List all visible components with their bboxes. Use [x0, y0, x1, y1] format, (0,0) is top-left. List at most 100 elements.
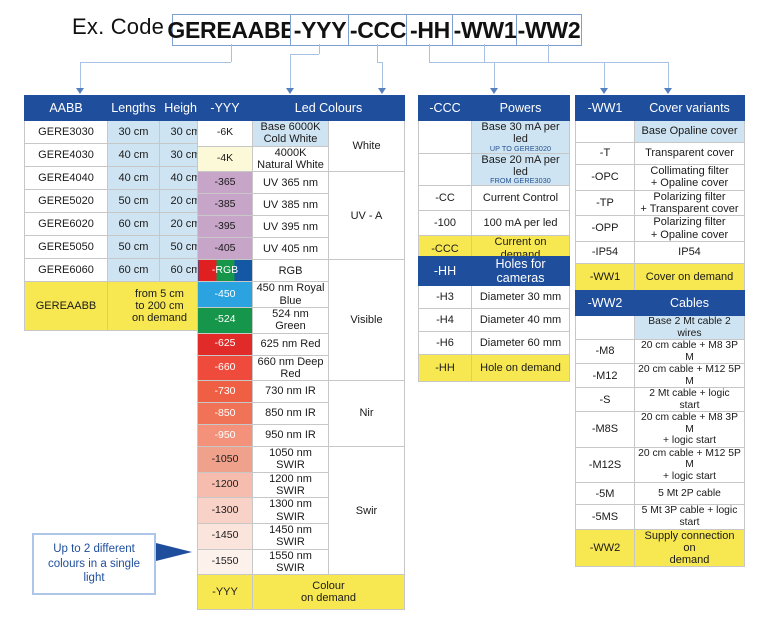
cable-desc-cell: 20 cm cable + M8 3P M + logic start	[634, 411, 745, 448]
colour-ondemand-desc: Colour on demand	[252, 574, 405, 611]
size-length-cell: 60 cm	[107, 258, 160, 282]
table-row: GERE5020 50 cm 20 cm	[24, 189, 212, 213]
colours-table-wrap: -YYY Led Colours -6K Base 6000K Cold Whit…	[197, 95, 405, 611]
cable-code-cell: -5MS	[575, 504, 635, 530]
cover-desc-cell: Base Opaline cover	[634, 120, 745, 143]
table-header-row: AABB Lengths Heights	[24, 95, 212, 121]
colour-desc-cell: Base 6000K Cold White	[252, 120, 329, 147]
connector-arrow-icon	[378, 88, 386, 94]
colour-code-cell: -1450	[197, 523, 253, 550]
holes-table-body: -H3 Diameter 30 mm -H4 Diameter 40 mm -H6 Dia…	[418, 285, 570, 382]
code-segment-yyy[interactable]: -YYY	[290, 14, 350, 46]
code-segment-ww2[interactable]: -WW2	[516, 14, 582, 46]
table-row: -M8 20 cm cable + M8 3P M	[575, 339, 745, 365]
sizes-header-length: Lengths	[107, 95, 160, 121]
cable-code-cell: -M8	[575, 339, 635, 365]
table-row: GERE4030 40 cm 30 cm	[24, 143, 212, 167]
code-segment-gereaabb[interactable]: GEREAABB	[167, 14, 297, 46]
colour-code-cell: -RGB	[197, 259, 253, 283]
cover-desc-cell: Polarizing filter + Transparent cover	[634, 189, 745, 217]
connector-segment	[548, 62, 668, 63]
colour-code-cell: -4K	[197, 145, 253, 173]
table-row: -5M 5 Mt 2P cable	[575, 482, 745, 506]
colour-code-cell: -1300	[197, 497, 253, 524]
cover-desc-cell: Transparent cover	[634, 142, 745, 165]
colour-desc-cell: UV 395 nm	[252, 215, 329, 239]
colour-code-cell: -1200	[197, 471, 253, 499]
table-row-on-demand: -WW2 Supply connection on demand	[575, 528, 745, 568]
connector-segment	[494, 62, 495, 89]
holes-header-code: -HH	[418, 256, 472, 286]
code-segment-ccc[interactable]: -CCC	[348, 14, 408, 46]
colour-desc-cell: UV 405 nm	[252, 237, 329, 261]
colour-desc-cell: RGB	[252, 259, 329, 283]
colours-table-body: -6K Base 6000K Cold White White -4K 4000K Na…	[197, 119, 405, 611]
size-length-cell: 50 cm	[107, 189, 160, 213]
cover-ondemand-desc: Cover on demand	[634, 262, 745, 291]
power-code-cell	[418, 152, 472, 187]
cable-desc-cell: 5 Mt 2P cable	[634, 482, 745, 506]
table-row: -CC Current Control	[418, 185, 570, 212]
table-header-row: -WW2 Cables	[575, 290, 745, 316]
powers-table-wrap: -CCC Powers Base 30 mA per led UP TO GERE…	[418, 95, 570, 262]
size-code-cell: GERE4030	[24, 143, 108, 167]
table-row: Base 20 mA per led FROM GERE3030	[418, 152, 570, 187]
hole-desc-cell: Diameter 60 mm	[471, 331, 570, 355]
colour-desc-cell: 730 nm IR	[252, 380, 329, 404]
callout-text: Up to 2 different colours in a single li…	[47, 542, 141, 585]
table-row: Base 30 mA per led UP TO GERE3020	[418, 120, 570, 154]
size-code-cell: GERE6060	[24, 258, 108, 282]
colour-group-cell: Swir	[328, 446, 405, 576]
code-segment-ww1[interactable]: -WW1	[452, 14, 518, 46]
cover-code-cell: -OPP	[575, 215, 635, 242]
connector-segment	[382, 62, 383, 89]
table-row: GERE5050 50 cm 50 cm	[24, 235, 212, 259]
cable-desc-cell: 20 cm cable + M12 5P M + logic start	[634, 446, 745, 484]
table-row: -5MS 5 Mt 3P cable + logic start	[575, 504, 745, 530]
colour-desc-cell: 1050 nm SWIR	[252, 446, 329, 473]
table-row: -M12S 20 cm cable + M12 5P M + logic start	[575, 446, 745, 484]
powers-header-title: Powers	[471, 95, 570, 121]
cover-code-cell	[575, 120, 635, 143]
colour-code-cell: -385	[197, 193, 253, 217]
colour-code-cell: -850	[197, 402, 253, 426]
table-row: GERE4040 40 cm 40 cm	[24, 166, 212, 190]
colours-table: -YYY Led Colours -6K Base 6000K Cold Whit…	[197, 95, 405, 611]
size-length-cell: 50 cm	[107, 235, 160, 259]
table-header-row: -YYY Led Colours	[197, 95, 405, 121]
table-row: GERE3030 30 cm 30 cm	[24, 120, 212, 144]
cable-desc-cell: 20 cm cable + M8 3P M	[634, 339, 745, 365]
table-row-on-demand: -WW1 Cover on demand	[575, 262, 745, 291]
connector-segment	[604, 62, 605, 89]
colour-desc-cell: 4000K Natural White	[252, 145, 329, 173]
power-code-cell	[418, 120, 472, 154]
table-row: Base 2 Mt cable 2 wires	[575, 314, 745, 341]
colour-desc-cell: 625 nm Red	[252, 332, 329, 356]
hole-desc-cell: Diameter 40 mm	[471, 308, 570, 332]
sizes-table-body: GERE3030 30 cm 30 cm GERE4030 40 cm 30 cm GERE…	[24, 120, 212, 331]
colour-desc-cell: 524 nm Green	[252, 306, 329, 334]
cables-table-body: Base 2 Mt cable 2 wires -M8 20 cm cable + …	[575, 314, 745, 568]
cables-table-wrap: -WW2 Cables Base 2 Mt cable 2 wires -M8 20…	[575, 290, 745, 568]
connector-segment	[290, 54, 319, 55]
size-code-cell: GERE4040	[24, 166, 108, 190]
hole-desc-cell: Diameter 30 mm	[471, 285, 570, 309]
colour-group-cell: Nir	[328, 380, 405, 448]
table-row-on-demand: GEREAABB from 5 cm to 200 cm on demand	[24, 281, 212, 331]
code-segment-hh[interactable]: -HH	[406, 14, 454, 46]
colour-code-cell: -524	[197, 306, 253, 334]
table-row: -6K Base 6000K Cold White White	[197, 119, 405, 173]
cable-code-cell: -5M	[575, 482, 635, 506]
colour-desc-cell: 450 nm Royal Blue	[252, 281, 329, 308]
hole-ondemand-code: -HH	[418, 354, 472, 382]
cover-desc-cell: Polarizing filter + Opaline cover	[634, 215, 745, 242]
hole-code-cell: -H6	[418, 331, 472, 355]
cable-desc-cell: 2 Mt cable + logic start	[634, 387, 745, 413]
cell-subtext: UP TO GERE3020	[489, 143, 552, 153]
colour-code-cell: -395	[197, 215, 253, 239]
size-ondemand-desc: from 5 cm to 200 cm on demand	[107, 281, 212, 331]
colour-desc-cell: UV 365 nm	[252, 171, 329, 195]
size-code-cell: GERE6020	[24, 212, 108, 236]
colour-code-cell: -6K	[197, 120, 253, 147]
power-desc-cell: 100 mA per led	[471, 210, 570, 237]
